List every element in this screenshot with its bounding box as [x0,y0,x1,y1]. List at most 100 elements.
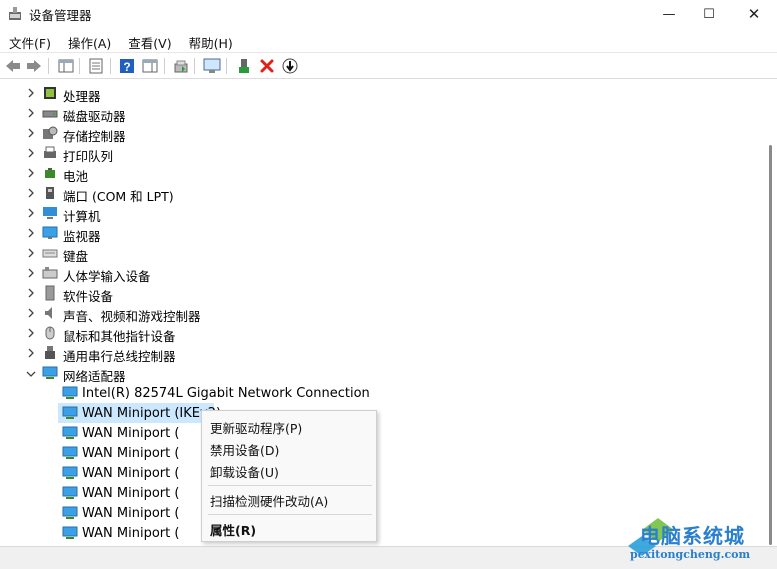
ctx-separator [208,485,372,486]
help-icon: ? [120,59,134,74]
chevron-right-icon[interactable] [26,308,36,318]
computer-icon [43,207,57,219]
chevron-right-icon[interactable] [26,148,36,158]
tree-node-category[interactable]: 存储控制器 [0,123,700,144]
disk-drive-icon [42,110,58,118]
scan-hardware-button[interactable] [203,57,221,75]
hid-icon [42,267,58,279]
tree-node-category[interactable]: 监视器 [0,223,700,244]
processor-icon [44,87,56,99]
adapter-label: WAN Miniport ( [82,446,180,461]
forward-icon [27,60,41,72]
tree-node-category[interactable]: 软件设备 [0,283,700,304]
back-button[interactable] [4,57,22,75]
chevron-right-icon[interactable] [26,348,36,358]
chevron-right-icon[interactable] [26,288,36,298]
properties-button[interactable] [87,57,105,75]
port-icon [46,187,54,199]
tree-node-category[interactable]: 处理器 [0,83,700,104]
network-adapter-icon [42,366,58,379]
scrollbar-thumb[interactable] [769,145,772,545]
adapter-label: WAN Miniport ( [82,526,180,541]
ctx-uninstall-device[interactable]: 卸载设备(U) [210,462,279,481]
ctx-disable-device[interactable]: 禁用设备(D) [210,440,279,459]
show-hide-tree-button[interactable] [57,57,75,75]
tree-node-category[interactable]: 人体学输入设备 [0,263,700,284]
device-manager-icon [9,7,21,20]
chevron-right-icon[interactable] [26,128,36,138]
tree-node-category[interactable]: 鼠标和其他指针设备 [0,323,700,344]
close-icon: ✕ [747,5,761,23]
tree-node-category[interactable]: 网络适配器 [0,363,700,384]
maximize-button[interactable]: ☐ [686,0,732,28]
sound-icon [45,307,52,319]
disable-device-icon [282,58,298,74]
chevron-right-icon[interactable] [26,228,36,238]
vertical-scrollbar[interactable] [764,80,777,546]
help-button[interactable]: ? [118,57,136,75]
ctx-scan-hardware[interactable]: 扫描检测硬件改动(A) [210,491,328,510]
chevron-right-icon[interactable] [26,328,36,338]
tree-node-category[interactable]: 通用串行总线控制器 [0,343,700,364]
menu-action[interactable]: 操作(A) [59,30,119,52]
action-pane-button[interactable] [141,57,159,75]
tree-node-category[interactable]: 声音、视频和游戏控制器 [0,303,700,324]
back-icon [6,60,20,72]
chevron-right-icon[interactable] [26,268,36,278]
tree-node-category[interactable]: 电池 [0,163,700,184]
chevron-right-icon[interactable] [26,248,36,258]
close-button[interactable]: ✕ [731,0,777,28]
minimize-icon: — [662,6,676,22]
chevron-right-icon[interactable] [26,188,36,198]
tree-node-category[interactable]: 打印队列 [0,143,700,164]
network-adapter-icon [62,526,78,539]
network-adapter-icon [62,446,78,459]
device-tree: 处理器 磁盘驱动器 存储控制器 打印队列 电池 端口 (COM 和 LPT) 计算机 监视器键… [0,80,764,546]
uninstall-device-button[interactable] [258,57,276,75]
watermark-url: pcxitongcheng.com [630,548,751,561]
watermark-title: 电脑系统城 [640,524,745,548]
menu-help[interactable]: 帮助(H) [180,30,241,52]
chevron-down-icon[interactable] [26,369,36,379]
show-hide-tree-icon [58,59,74,73]
enable-device-icon [239,59,249,73]
tree-node-network-adapter[interactable]: Intel(R) 82574L Gigabit Network Connecti… [0,383,700,403]
action-pane-icon [142,59,158,73]
network-adapter-icon [62,486,78,499]
ctx-separator [208,514,372,515]
network-adapter-icon [62,386,78,399]
storage-controller-icon [43,126,58,139]
tree-node-category[interactable]: 磁盘驱动器 [0,103,700,124]
maximize-icon: ☐ [703,6,715,22]
update-driver-button[interactable] [172,57,190,75]
chevron-right-icon[interactable] [26,168,36,178]
ctx-update-driver[interactable]: 更新驱动程序(P) [210,418,302,437]
menu-view[interactable]: 查看(V) [119,30,179,52]
adapter-label: WAN Miniport ( [82,426,180,441]
menu-file[interactable]: 文件(F) [0,30,59,52]
toolbar-separator [194,58,195,74]
monitor-icon [42,226,58,239]
forward-button[interactable] [25,57,43,75]
scan-hardware-icon [203,58,221,73]
usb-icon [45,346,55,359]
context-menu: 更新驱动程序(P) 禁用设备(D) 卸载设备(U) 扫描检测硬件改动(A) 属性… [201,410,377,542]
menu-bar: 文件(F) 操作(A) 查看(V) 帮助(H) [0,30,241,52]
toolbar: ? [0,52,777,79]
disable-device-button[interactable] [281,57,299,75]
software-device-icon [45,285,55,301]
chevron-right-icon[interactable] [26,108,36,118]
properties-icon [89,58,103,74]
chevron-right-icon[interactable] [26,88,36,98]
tree-node-category[interactable]: 端口 (COM 和 LPT) [0,183,700,204]
enable-device-button[interactable] [235,57,253,75]
title-bar: 设备管理器 — ☐ ✕ [0,0,777,28]
tree-node-category[interactable]: 计算机 [0,203,700,224]
adapter-label: WAN Miniport ( [82,506,180,521]
network-adapter-icon [62,406,78,419]
ctx-properties[interactable]: 属性(R) [210,520,256,539]
adapter-label: WAN Miniport ( [82,486,180,501]
tree-node-category[interactable]: 键盘 [0,243,700,264]
chevron-right-icon[interactable] [26,208,36,218]
toolbar-separator [48,58,49,74]
